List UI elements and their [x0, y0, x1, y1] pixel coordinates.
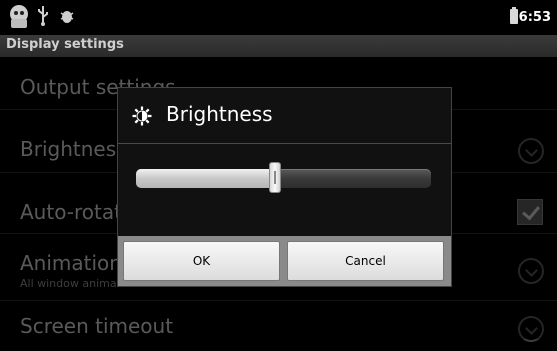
clock: 6:53 [518, 10, 551, 25]
brightness-dialog: Brightness OK Cancel [117, 87, 452, 287]
debug-bug-icon [60, 11, 74, 23]
slider-thumb[interactable] [269, 162, 281, 193]
dialog-title: Brightness [166, 102, 273, 126]
title-bar: Display settings [0, 35, 557, 57]
usb-icon [38, 6, 48, 26]
ok-button[interactable]: OK [123, 241, 280, 281]
status-bar: 6:53 [0, 0, 557, 35]
cancel-button[interactable]: Cancel [287, 241, 444, 281]
battery-icon [510, 7, 518, 24]
brightness-slider[interactable] [136, 162, 431, 193]
page-title: Display settings [6, 37, 124, 52]
dialog-button-bar: OK Cancel [118, 236, 451, 286]
android-robot-icon [10, 5, 28, 28]
slider-fill [136, 169, 275, 188]
brightness-sun-icon [132, 106, 152, 126]
dialog-title-bar: Brightness [118, 88, 451, 144]
